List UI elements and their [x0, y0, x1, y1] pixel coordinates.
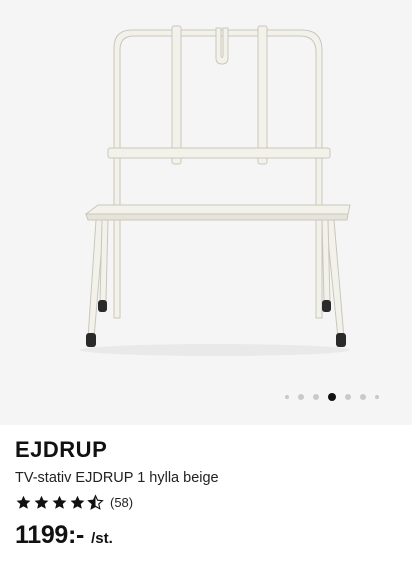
carousel-dot[interactable] [360, 394, 366, 400]
star-half-icon [87, 494, 104, 510]
review-count[interactable]: (58) [110, 495, 133, 510]
carousel-dot[interactable] [313, 394, 319, 400]
carousel-dot[interactable] [298, 394, 304, 400]
carousel-dot-active[interactable] [328, 393, 336, 401]
product-description: TV-stativ EJDRUP 1 hylla beige [15, 470, 219, 486]
product-image [80, 25, 351, 356]
product-name[interactable]: EJDRUP [15, 436, 397, 464]
carousel-dot[interactable] [375, 395, 379, 399]
product-info: EJDRUP TV-stativ EJDRUP 1 hylla beige (5… [15, 436, 397, 550]
star-rating [15, 494, 104, 511]
price: 1199:- [15, 521, 85, 549]
star-full-icon [34, 495, 49, 509]
carousel-dot[interactable] [285, 395, 289, 399]
product-image-area[interactable] [0, 0, 412, 425]
rating-row[interactable]: (58) [15, 494, 397, 511]
carousel-dots[interactable] [285, 393, 379, 401]
star-full-icon [52, 495, 67, 509]
star-full-icon [70, 495, 85, 509]
star-full-icon [16, 495, 31, 509]
product-card[interactable]: EJDRUP TV-stativ EJDRUP 1 hylla beige (5… [0, 0, 412, 575]
carousel-dot[interactable] [345, 394, 351, 400]
price-row: 1199:- /st. [15, 521, 397, 550]
price-unit: /st. [91, 530, 113, 547]
